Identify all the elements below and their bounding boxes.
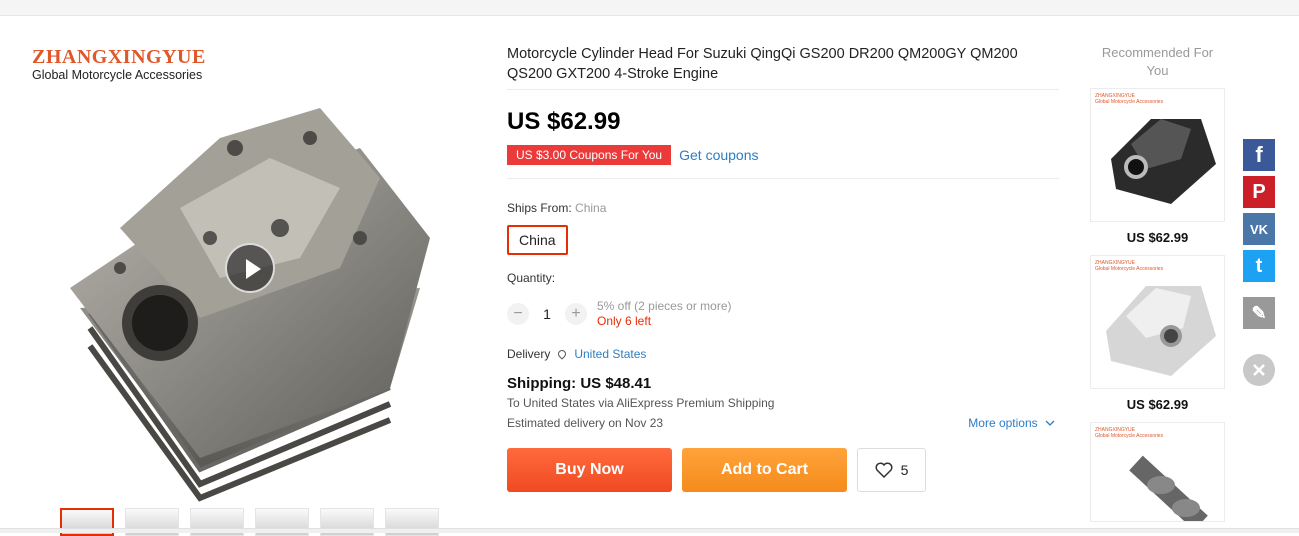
more-options-label: More options — [968, 416, 1038, 430]
recommended-item-image — [1111, 119, 1216, 204]
wishlist-count: 5 — [900, 462, 909, 478]
more-options-link[interactable]: More options — [968, 416, 1055, 430]
brand-name: ZHANGXINGYUE — [32, 46, 206, 68]
product-title: Motorcycle Cylinder Head For Suzuki Qing… — [507, 46, 1018, 82]
ships-from-label-text: Ships From: — [507, 201, 572, 215]
top-bar — [0, 0, 1299, 16]
close-icon — [1253, 364, 1265, 376]
buy-now-button[interactable]: Buy Now — [507, 448, 672, 492]
quantity-stepper: − 1 + 5% off (2 pieces or more) Only 6 l… — [507, 299, 1059, 329]
product-info: Motorcycle Cylinder Head For Suzuki Qing… — [504, 44, 1059, 492]
edit-icon[interactable]: ✎ — [1243, 297, 1275, 329]
shipping-cost: Shipping: US $48.41 — [507, 375, 652, 392]
reco-brand-mini: ZHANGXINGYUE Global Motorcycle Accessorie… — [1095, 427, 1164, 439]
recommended-item-3[interactable]: ZHANGXINGYUE Global Motorcycle Accessorie… — [1090, 422, 1225, 522]
recommended-title: Recommended For You — [1101, 45, 1214, 78]
recommended-item-image — [1106, 286, 1216, 376]
product-price: US $62.99 — [507, 108, 621, 135]
bottom-divider — [0, 528, 1299, 533]
estimated-delivery-row: Estimated delivery on Nov 23 More option… — [507, 416, 1059, 430]
divider — [507, 178, 1059, 179]
ships-from-label: Ships From: China — [507, 201, 1059, 215]
brand-logo: ZHANGXINGYUE Global Motorcycle Accessori… — [32, 46, 206, 82]
coupon-badge: US $3.00 Coupons For You — [504, 145, 672, 167]
stock-note: Only 6 left — [597, 314, 652, 328]
recommended-item-2[interactable]: ZHANGXINGYUE Global Motorcycle Accessorie… — [1090, 255, 1225, 389]
coupon-row: US $3.00 Coupons For You Get coupons — [504, 144, 1059, 167]
recommended-panel: Recommended For You ZHANGXINGYUE Global M… — [1090, 44, 1225, 522]
product-image[interactable] — [60, 88, 440, 508]
product-gallery: ZHANGXINGYUE Global Motorcycle Accessori… — [28, 44, 478, 536]
pinterest-icon[interactable]: P — [1243, 176, 1275, 208]
recommended-item-1[interactable]: ZHANGXINGYUE Global Motorcycle Accessorie… — [1090, 88, 1225, 222]
reco-brand-mini: ZHANGXINGYUE Global Motorcycle Accessorie… — [1095, 93, 1164, 105]
recommended-item-2-price: US $62.99 — [1126, 397, 1189, 412]
delivery-country-link[interactable]: United States — [574, 347, 646, 361]
delivery-label: Delivery — [507, 347, 551, 361]
shipping-method: To United States via AliExpress Premium … — [507, 396, 775, 410]
twitter-icon[interactable]: t — [1243, 250, 1275, 282]
discount-note: 5% off (2 pieces or more) — [597, 299, 732, 313]
close-share-button[interactable] — [1243, 354, 1275, 386]
delivery-row: Delivery United States — [507, 347, 1059, 361]
location-pin-icon — [556, 348, 569, 360]
heart-icon — [875, 462, 893, 478]
quantity-label: Quantity: — [507, 271, 556, 285]
quantity-value[interactable]: 1 — [529, 306, 565, 322]
quantity-decrease-button[interactable]: − — [507, 303, 529, 325]
add-to-cart-button[interactable]: Add to Cart — [682, 448, 847, 492]
action-buttons: Buy Now Add to Cart 5 — [507, 448, 1059, 492]
divider — [507, 89, 1059, 90]
play-video-button[interactable] — [225, 243, 275, 293]
ships-from-value: China — [575, 201, 607, 215]
recommended-item-1-price: US $62.99 — [1126, 230, 1189, 245]
estimated-delivery: Estimated delivery on Nov 23 — [507, 416, 664, 430]
facebook-icon[interactable]: f — [1243, 139, 1275, 171]
get-coupons-link[interactable]: Get coupons — [679, 147, 758, 163]
chevron-down-icon — [1045, 420, 1055, 426]
ships-from-option-china[interactable]: China — [507, 225, 568, 255]
quantity-info: 5% off (2 pieces or more) Only 6 left — [597, 299, 732, 329]
quantity-increase-button[interactable]: + — [565, 303, 587, 325]
reco-brand-mini: ZHANGXINGYUE Global Motorcycle Accessorie… — [1095, 260, 1164, 272]
brand-subtitle: Global Motorcycle Accessories — [32, 68, 203, 82]
wishlist-button[interactable]: 5 — [857, 448, 926, 492]
vk-icon[interactable]: VK — [1243, 213, 1275, 245]
